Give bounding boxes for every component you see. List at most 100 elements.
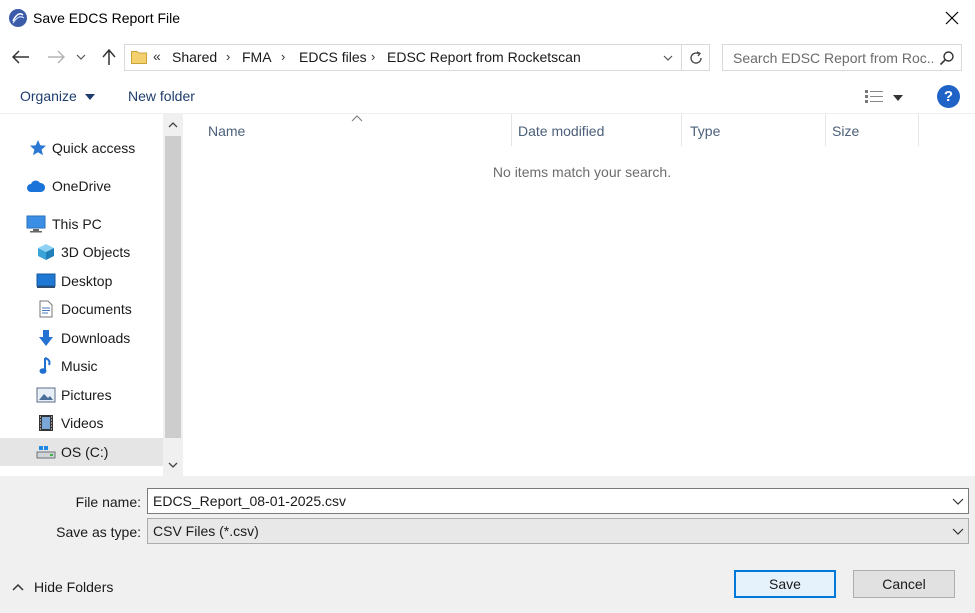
caret-down-icon <box>84 94 95 101</box>
up-button[interactable] <box>98 46 120 68</box>
chevron-down-icon[interactable] <box>952 496 964 506</box>
app-logo-icon <box>8 8 28 28</box>
window-title: Save EDCS Report File <box>33 10 181 26</box>
film-icon <box>36 414 56 432</box>
nav-item-documents[interactable]: Documents <box>0 295 163 323</box>
file-name-field[interactable]: EDCS_Report_08-01-2025.csv <box>147 488 969 514</box>
download-arrow-icon <box>36 329 56 347</box>
nav-item-label: Documents <box>61 301 132 317</box>
chevron-down-icon <box>168 462 178 468</box>
nav-item-downloads[interactable]: Downloads <box>0 324 163 352</box>
title-bar: Save EDCS Report File <box>0 0 975 36</box>
refresh-button[interactable] <box>681 45 709 70</box>
save-type-value: CSV Files (*.csv) <box>153 523 259 539</box>
up-arrow-icon <box>102 48 116 65</box>
star-icon <box>28 139 48 157</box>
navigation-pane: Quick access OneDrive This PC 3D Objects… <box>0 114 183 476</box>
nav-item-label: 3D Objects <box>61 244 131 260</box>
computer-icon <box>26 215 46 233</box>
picture-icon <box>36 386 56 404</box>
column-header-label: Size <box>832 123 860 139</box>
breadcrumb-separator[interactable]: › <box>371 49 375 64</box>
nav-item-label: OneDrive <box>52 178 112 194</box>
search-input[interactable]: Search EDSC Report from Roc... <box>722 44 962 71</box>
chevron-up-icon <box>12 583 24 591</box>
nav-item-label: This PC <box>52 216 102 232</box>
music-note-icon <box>36 357 56 375</box>
breadcrumb-edcs-files[interactable]: EDCS files <box>299 49 367 65</box>
chevron-up-icon <box>168 122 178 128</box>
overflow-chevron[interactable]: « <box>153 48 161 64</box>
close-icon <box>945 11 959 25</box>
hide-folders-toggle[interactable]: Hide Folders <box>12 579 113 595</box>
column-header-type[interactable]: Type <box>683 114 825 146</box>
address-dropdown-button[interactable] <box>657 45 679 70</box>
empty-message: No items match your search. <box>492 164 672 180</box>
nav-item-3d-objects[interactable]: 3D Objects <box>0 238 163 266</box>
cancel-button[interactable]: Cancel <box>853 570 955 598</box>
chevron-down-icon <box>663 55 673 61</box>
command-toolbar: Organize New folder ? <box>0 80 975 114</box>
new-folder-button[interactable]: New folder <box>128 88 195 104</box>
breadcrumb-separator[interactable]: › <box>281 49 285 64</box>
nav-item-label: Music <box>61 358 98 374</box>
nav-item-videos[interactable]: Videos <box>0 409 163 437</box>
chevron-down-icon <box>952 528 964 535</box>
nav-item-label: Desktop <box>61 273 113 289</box>
breadcrumb-shared[interactable]: Shared <box>172 49 217 65</box>
breadcrumb-fma[interactable]: FMA <box>242 49 272 65</box>
column-header-label: Name <box>208 123 246 139</box>
nav-item-label: OS (C:) <box>61 444 109 460</box>
refresh-icon <box>689 50 702 64</box>
scroll-down-button[interactable] <box>163 454 183 476</box>
nav-item-this-pc[interactable]: This PC <box>0 210 163 238</box>
search-placeholder: Search EDSC Report from Roc... <box>733 50 933 66</box>
column-header-name[interactable]: Name <box>201 114 511 146</box>
search-icon[interactable] <box>939 50 955 66</box>
drive-icon <box>36 443 56 461</box>
hide-folders-label: Hide Folders <box>34 579 114 595</box>
nav-item-label: Pictures <box>61 387 112 403</box>
column-header-size[interactable]: Size <box>825 114 919 146</box>
back-button[interactable] <box>10 46 32 68</box>
nav-item-label: Downloads <box>61 330 131 346</box>
forward-arrow-icon <box>48 50 65 64</box>
forward-button[interactable] <box>45 46 67 68</box>
column-header-label: Type <box>690 123 721 139</box>
view-options-icon[interactable] <box>864 88 884 104</box>
nav-item-onedrive[interactable]: OneDrive <box>0 172 163 200</box>
nav-item-pictures[interactable]: Pictures <box>0 381 163 409</box>
column-divider[interactable] <box>918 114 919 146</box>
close-button[interactable] <box>929 0 975 36</box>
save-button[interactable]: Save <box>734 570 836 598</box>
scroll-up-button[interactable] <box>163 114 183 136</box>
address-bar[interactable]: « Shared › FMA › EDCS files › EDSC Repor… <box>124 44 710 71</box>
column-divider[interactable] <box>681 114 682 146</box>
breadcrumb-current-folder[interactable]: EDSC Report from Rocketscan <box>387 49 581 65</box>
back-arrow-icon <box>12 50 29 64</box>
nav-item-desktop[interactable]: Desktop <box>0 267 163 295</box>
help-button[interactable]: ? <box>937 85 960 108</box>
nav-item-music[interactable]: Music <box>0 352 163 380</box>
navigation-row: « Shared › FMA › EDCS files › EDSC Repor… <box>0 40 975 74</box>
desktop-icon <box>36 272 56 290</box>
save-type-select[interactable]: CSV Files (*.csv) <box>147 518 969 544</box>
organize-menu[interactable]: Organize <box>20 88 95 104</box>
cube-icon <box>36 243 56 261</box>
document-icon <box>36 300 56 318</box>
nav-item-quick-access[interactable]: Quick access <box>0 134 163 162</box>
nav-item-os-drive[interactable]: OS (C:) <box>0 438 163 466</box>
view-dropdown-button[interactable] <box>892 90 904 101</box>
chevron-down-icon <box>76 54 86 60</box>
navpane-scrollbar[interactable] <box>163 114 183 476</box>
breadcrumb-separator[interactable]: › <box>226 49 230 64</box>
recent-locations-button[interactable] <box>74 46 88 68</box>
scrollbar-thumb[interactable] <box>165 136 181 438</box>
caret-down-icon <box>893 95 903 101</box>
file-name-label: File name: <box>75 494 141 510</box>
column-header-date-modified[interactable]: Date modified <box>511 114 681 146</box>
nav-item-label: Quick access <box>52 140 136 156</box>
nav-item-label: Videos <box>61 415 104 431</box>
save-type-label: Save as type: <box>56 524 141 540</box>
column-header-label: Date modified <box>518 123 605 139</box>
